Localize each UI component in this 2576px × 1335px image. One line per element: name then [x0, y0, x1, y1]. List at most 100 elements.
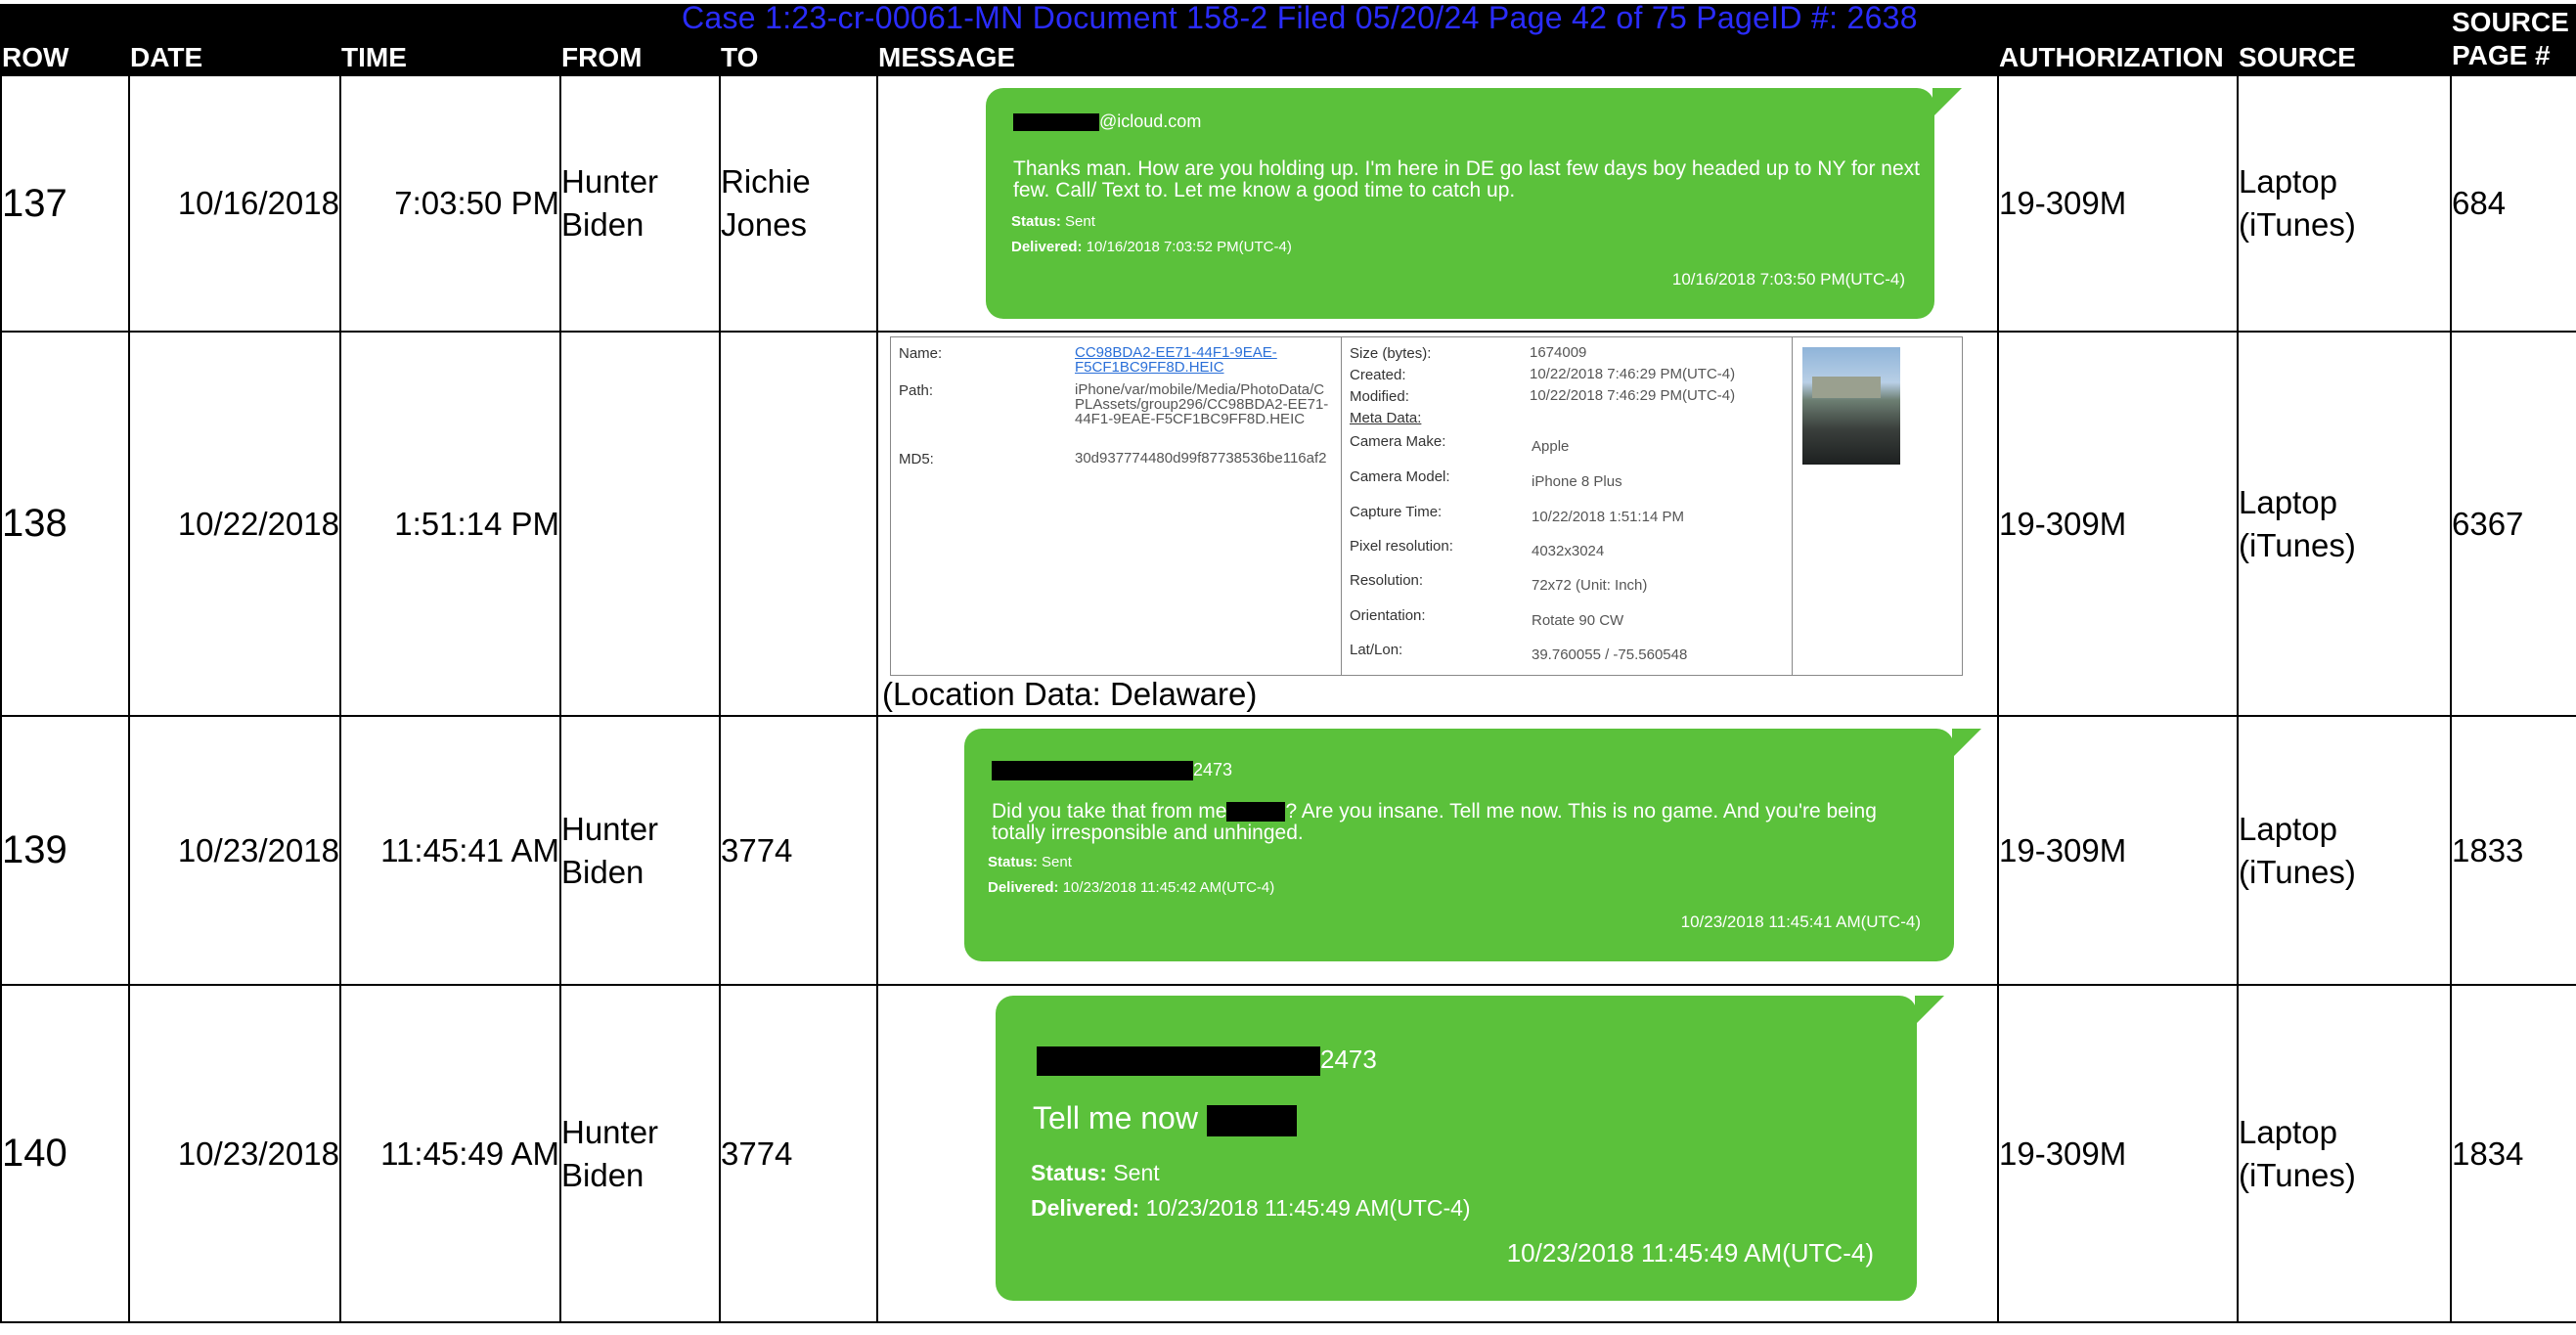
status-value: Sent [1065, 213, 1095, 230]
redaction-box [1226, 802, 1286, 823]
header-authorization: AUTHORIZATION [1997, 4, 2239, 76]
camera-model-value: iPhone 8 Plus [1532, 473, 1622, 490]
location-caption: (Location Data: Delaware) [882, 676, 1258, 712]
orientation-label: Orientation: [1350, 607, 1426, 624]
status-line: Status: Sent [988, 854, 1072, 870]
lat-lon-value: 39.760055 / -75.560548 [1532, 646, 1688, 663]
message-body: Did you take that from me? Are you insan… [992, 801, 1931, 844]
message-bubble: 2473 Did you take that from me? Are you … [964, 729, 1981, 961]
capture-time-label: Capture Time: [1350, 504, 1443, 520]
redaction-box [992, 761, 1193, 781]
message-cell: Name: CC98BDA2-EE71-44F1-9EAE-F5CF1BC9FF… [876, 331, 1999, 717]
to-cell: 3774 [719, 984, 878, 1323]
pixel-resolution-value: 4032x3024 [1532, 543, 1605, 559]
source-page-cell: 1834 [2450, 984, 2576, 1323]
size-value: 1674009 [1530, 344, 1587, 361]
source-cell: Laptop (iTunes) [2237, 74, 2452, 333]
authorization-cell: 19-309M [1997, 74, 2239, 333]
delivered-value: 10/23/2018 11:45:49 AM(UTC-4) [1145, 1195, 1471, 1221]
from-first: Hunter [561, 1113, 659, 1150]
message-bubble: 2473 Tell me now Status: Sent Delivered:… [996, 996, 1944, 1301]
camera-make-value: Apple [1532, 438, 1570, 455]
delivered-line: Delivered: 10/16/2018 7:03:52 PM(UTC-4) [1011, 239, 1292, 255]
status-label: Status: [1011, 213, 1061, 230]
source-device: Laptop [2239, 163, 2337, 200]
source-app: (iTunes) [2239, 1156, 2356, 1193]
time-cell: 1:51:14 PM [339, 331, 561, 717]
message-body-text: Tell me now [1033, 1100, 1198, 1135]
authorization-cell: 19-309M [1997, 984, 2239, 1323]
header-row: ROW [0, 4, 130, 76]
to-cell [719, 331, 878, 717]
row-number: 138 [0, 331, 130, 717]
status-value: Sent [1113, 1160, 1160, 1185]
status-label: Status: [988, 854, 1038, 870]
created-value: 10/22/2018 7:46:29 PM(UTC-4) [1530, 366, 1736, 382]
md5-value: 30d937774480d99f87738536be116af2 [1075, 450, 1327, 467]
sender-line: 2473 [992, 760, 1233, 781]
redaction-box [1206, 1104, 1297, 1136]
photo-thumbnail[interactable] [1802, 347, 1900, 465]
name-label: Name: [899, 345, 943, 362]
table-row: 140 10/23/2018 11:45:49 AM Hunter Biden 3… [0, 984, 2576, 1323]
time-cell: 7:03:50 PM [339, 74, 561, 333]
file-name-link[interactable]: CC98BDA2-EE71-44F1-9EAE-F5CF1BC9FF8D.HEI… [1075, 345, 1319, 375]
header-source-page: SOURCE PAGE # [2450, 4, 2576, 76]
from-last: Biden [561, 206, 644, 243]
pixel-resolution-label: Pixel resolution: [1350, 538, 1453, 555]
delivered-line: Delivered: 10/23/2018 11:45:42 AM(UTC-4) [988, 879, 1274, 896]
resolution-label: Resolution: [1350, 572, 1424, 589]
date-cell: 10/23/2018 [128, 715, 341, 986]
from-last: Biden [561, 853, 644, 890]
row-number: 140 [0, 984, 130, 1323]
from-cell: Hunter Biden [559, 74, 721, 333]
delivered-label: Delivered: [1031, 1195, 1140, 1221]
header-date: DATE [128, 4, 341, 76]
header-source: SOURCE [2237, 4, 2452, 76]
source-device: Laptop [2239, 1113, 2337, 1150]
message-exhibit-table: ROW DATE TIME FROM TO MESSAGE AUTHORIZAT… [0, 4, 2576, 1323]
header-source-page-line1: SOURCE [2452, 7, 2569, 37]
capture-time-value: 10/22/2018 1:51:14 PM [1532, 509, 1684, 525]
to-last: Jones [721, 206, 808, 243]
table-row: 137 10/16/2018 7:03:50 PM Hunter Biden Ri… [0, 74, 2576, 333]
from-cell [559, 331, 721, 717]
file-metadata-panel: Name: CC98BDA2-EE71-44F1-9EAE-F5CF1BC9FF… [890, 336, 1963, 676]
source-page-cell: 6367 [2450, 331, 2576, 717]
delivered-value: 10/23/2018 11:45:42 AM(UTC-4) [1062, 879, 1275, 896]
status-value: Sent [1042, 854, 1072, 870]
source-cell: Laptop (iTunes) [2237, 715, 2452, 986]
modified-value: 10/22/2018 7:46:29 PM(UTC-4) [1530, 387, 1736, 404]
source-device: Laptop [2239, 483, 2337, 520]
file-info-column: Name: CC98BDA2-EE71-44F1-9EAE-F5CF1BC9FF… [891, 337, 1342, 675]
source-page-cell: 684 [2450, 74, 2576, 333]
header-time: TIME [339, 4, 561, 76]
time-cell: 11:45:49 AM [339, 984, 561, 1323]
authorization-cell: 19-309M [1997, 331, 2239, 717]
camera-make-label: Camera Make: [1350, 433, 1446, 450]
delivered-value: 10/16/2018 7:03:52 PM(UTC-4) [1086, 239, 1292, 255]
source-cell: Laptop (iTunes) [2237, 984, 2452, 1323]
source-app: (iTunes) [2239, 206, 2356, 243]
from-first: Hunter [561, 810, 659, 847]
from-first: Hunter [561, 163, 659, 200]
table-row: 139 10/23/2018 11:45:41 AM Hunter Biden 3… [0, 715, 2576, 986]
from-cell: Hunter Biden [559, 984, 721, 1323]
status-line: Status: Sent [1031, 1160, 1160, 1186]
delivered-label: Delivered: [988, 879, 1059, 896]
date-cell: 10/22/2018 [128, 331, 341, 717]
modified-label: Modified: [1350, 388, 1409, 405]
court-filing-header: Case 1:23-cr-00061-MN Document 158-2 Fil… [682, 0, 1918, 35]
meta-data-label: Meta Data: [1350, 410, 1422, 426]
from-last: Biden [561, 1156, 644, 1193]
message-body: Tell me now [1033, 1101, 1297, 1136]
delivered-line: Delivered: 10/23/2018 11:45:49 AM(UTC-4) [1031, 1195, 1471, 1222]
date-cell: 10/23/2018 [128, 984, 341, 1323]
metadata-column: Size (bytes): 1674009 Created: 10/22/201… [1342, 337, 1793, 675]
message-timestamp: 10/23/2018 11:45:49 AM(UTC-4) [1506, 1238, 1874, 1268]
sender-suffix: 2473 [1193, 760, 1233, 779]
source-app: (iTunes) [2239, 526, 2356, 563]
created-label: Created: [1350, 367, 1406, 383]
row-number: 139 [0, 715, 130, 986]
to-first: Richie [721, 163, 811, 200]
